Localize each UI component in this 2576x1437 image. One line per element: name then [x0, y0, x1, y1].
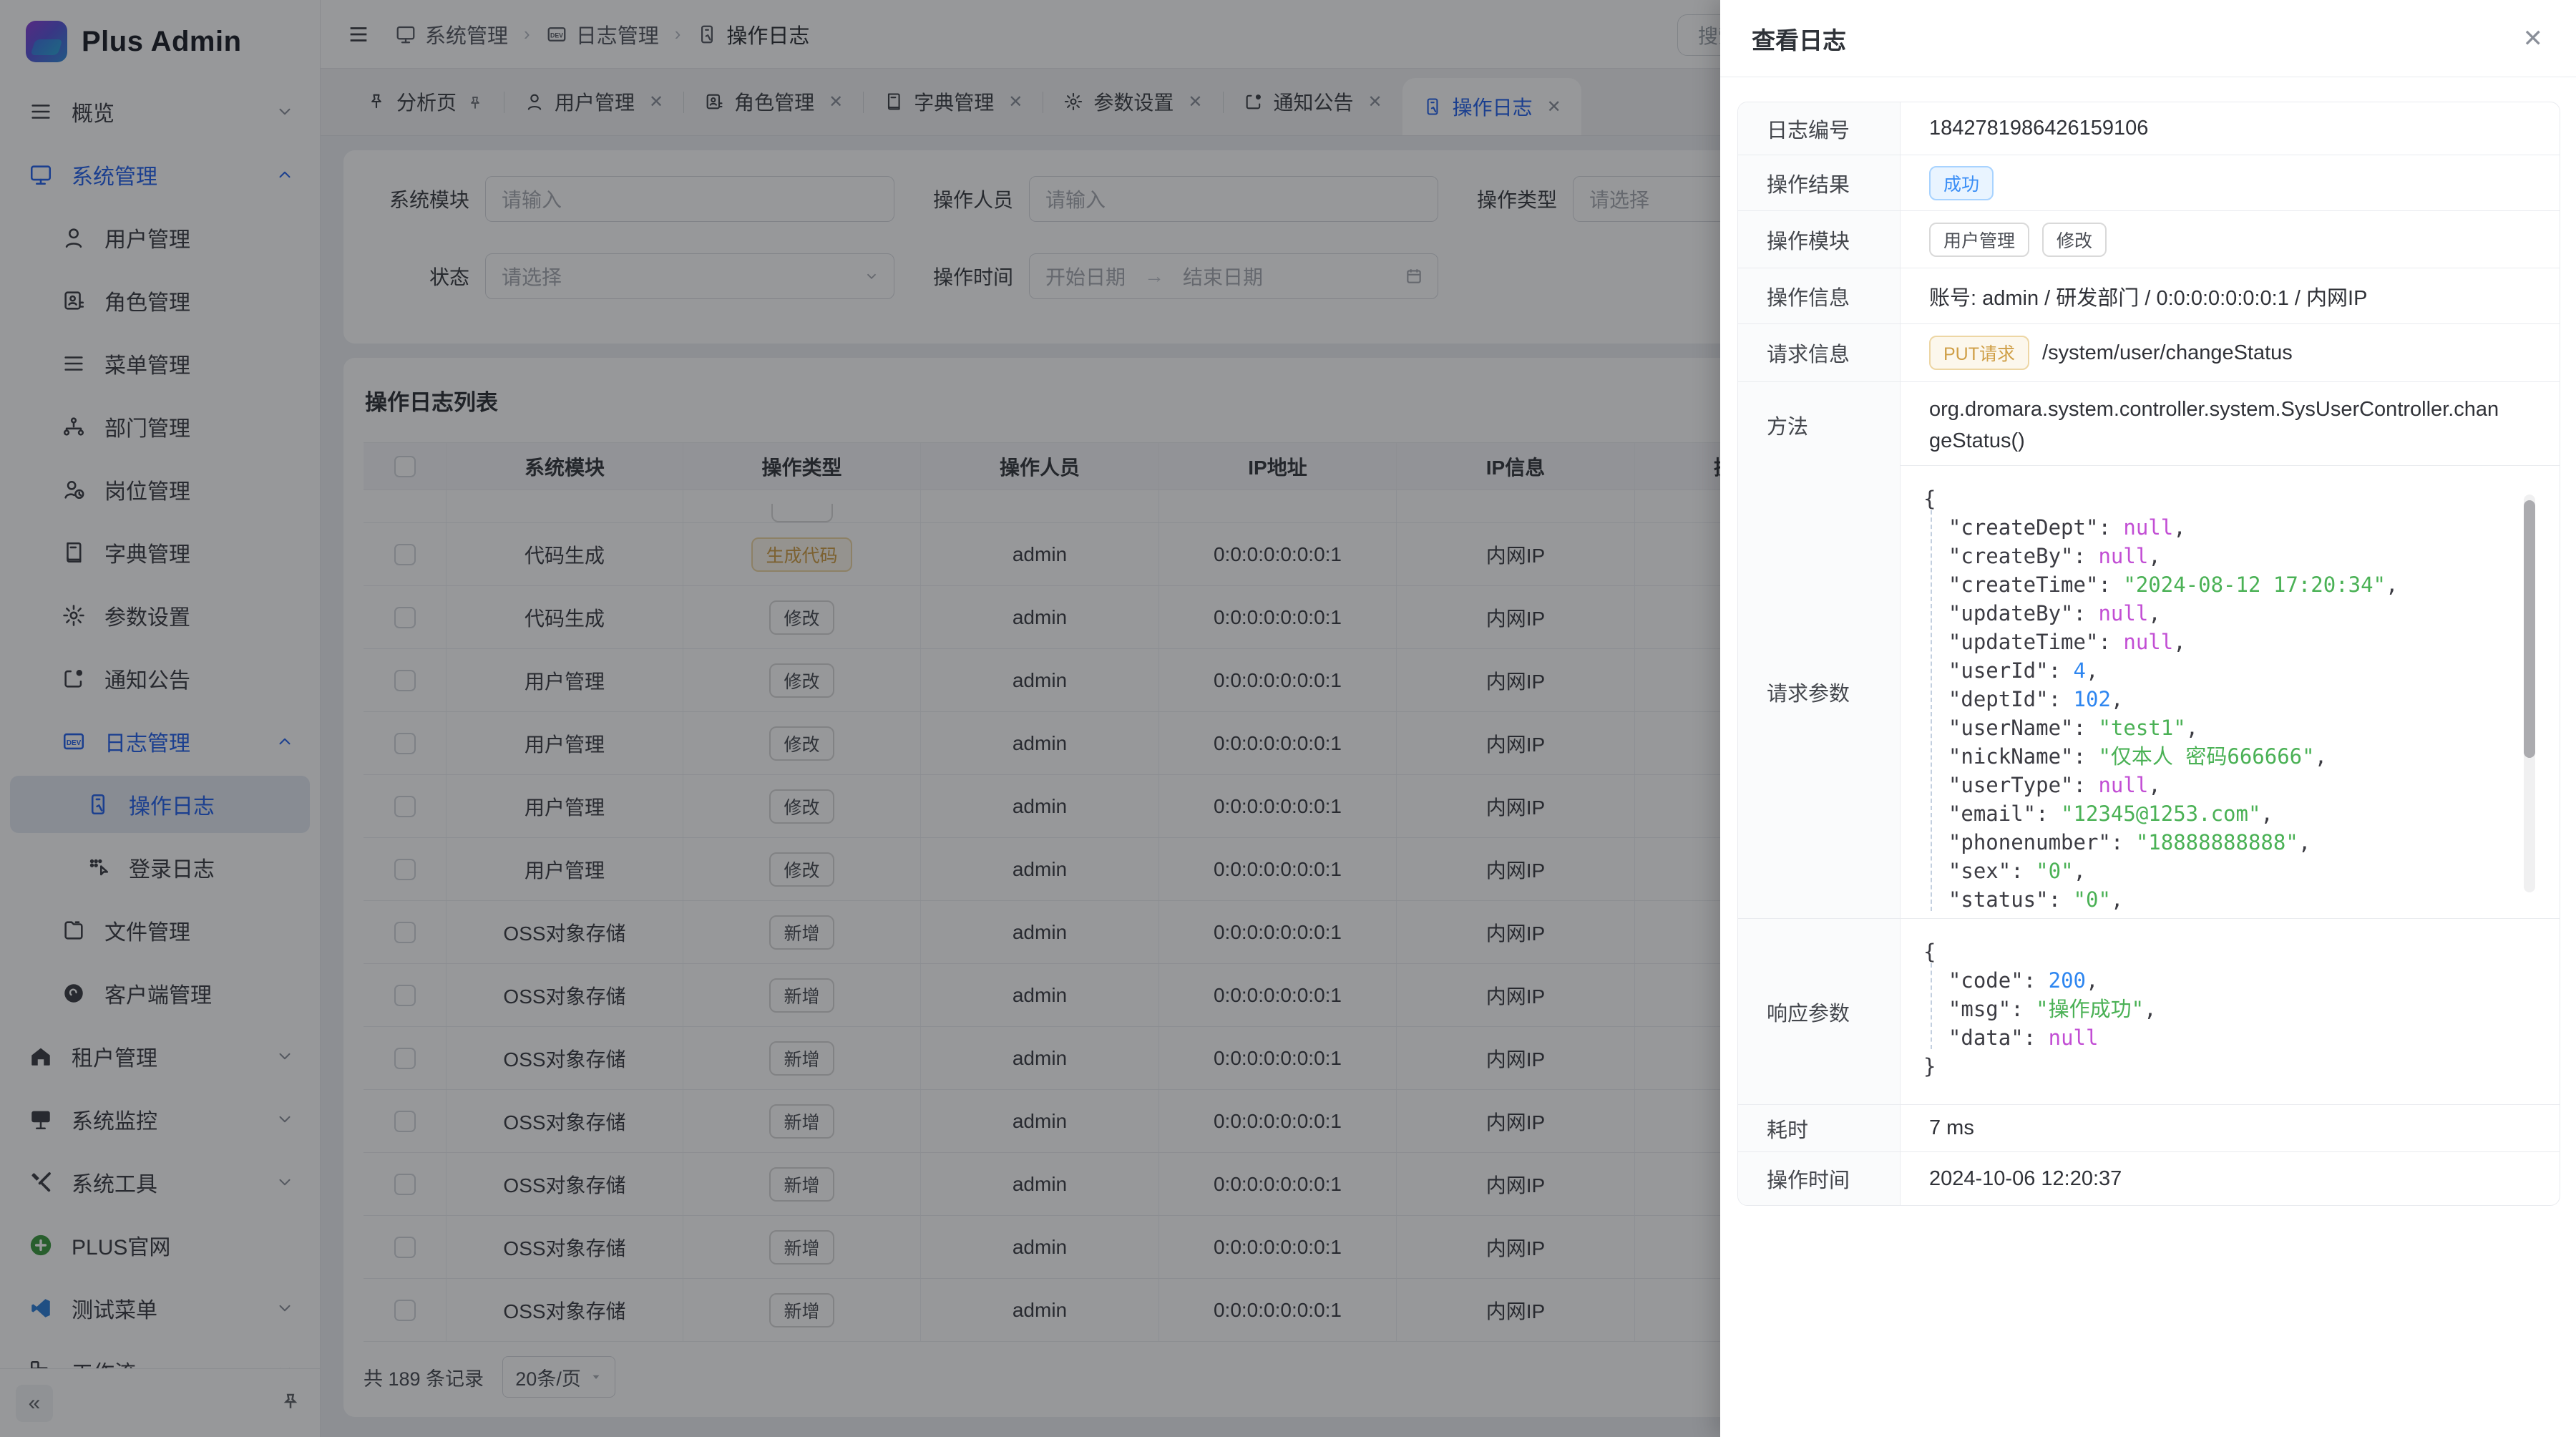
log-detail-table: 日志编号 1842781986426159106 操作结果 成功 操作模块 用户…	[1737, 102, 2560, 1206]
op-time-value: 2024-10-06 12:20:37	[1901, 1152, 2560, 1205]
request-params-json: { "createDept": null, "createBy": null, …	[1901, 466, 2560, 918]
drawer-title: 查看日志	[1752, 21, 1846, 56]
op-info-value: 账号: admin / 研发部门 / 0:0:0:0:0:0:0:1 / 内网I…	[1901, 268, 2560, 323]
scrollbar-track	[2524, 495, 2535, 892]
detail-row-elapsed: 耗时 7 ms	[1738, 1105, 2560, 1152]
drawer-header: 查看日志 ✕	[1720, 0, 2576, 77]
request-url: /system/user/changeStatus	[2042, 341, 2293, 365]
detail-row-op-info: 操作信息 账号: admin / 研发部门 / 0:0:0:0:0:0:0:1 …	[1738, 268, 2560, 324]
module-badge: 修改	[2042, 223, 2107, 257]
detail-row-log-id: 日志编号 1842781986426159106	[1738, 102, 2560, 155]
http-method-badge: PUT请求	[1929, 336, 2029, 370]
scrollbar-thumb[interactable]	[2524, 500, 2535, 758]
elapsed-value: 7 ms	[1901, 1105, 2560, 1151]
detail-row-module: 操作模块 用户管理修改	[1738, 211, 2560, 268]
close-icon[interactable]: ✕	[2523, 26, 2544, 51]
log-id-value: 1842781986426159106	[1901, 102, 2560, 155]
response-params-json: { "code": 200, "msg": "操作成功", "data": nu…	[1901, 919, 2560, 1104]
indent-guide	[1931, 510, 1932, 911]
method-value: org.dromara.system.controller.system.Sys…	[1901, 382, 2530, 468]
detail-row-result: 操作结果 成功	[1738, 155, 2560, 211]
detail-row-op-time: 操作时间 2024-10-06 12:20:37	[1738, 1152, 2560, 1205]
status-badge: 成功	[1929, 166, 1994, 200]
detail-row-method: 方法 org.dromara.system.controller.system.…	[1738, 382, 2560, 466]
detail-row-request-params: 请求参数 { "createDept": null, "createBy": n…	[1738, 466, 2560, 919]
detail-row-req-info: 请求信息 PUT请求 /system/user/changeStatus	[1738, 324, 2560, 382]
module-badge: 用户管理	[1929, 223, 2029, 257]
indent-guide	[1931, 963, 1932, 1049]
detail-row-response-params: 响应参数 { "code": 200, "msg": "操作成功", "data…	[1738, 919, 2560, 1105]
view-log-drawer: 查看日志 ✕ 日志编号 1842781986426159106 操作结果 成功 …	[1720, 0, 2576, 1437]
